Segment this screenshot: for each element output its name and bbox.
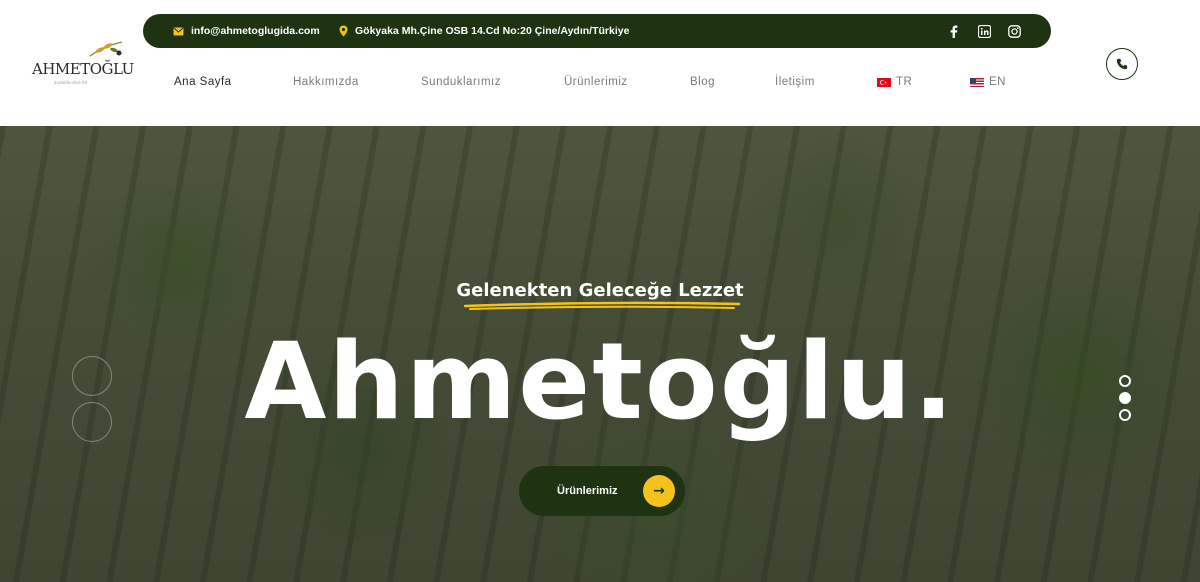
- tagline-underline: [463, 301, 741, 310]
- slider-dot-1[interactable]: [1119, 375, 1131, 387]
- linkedin-icon[interactable]: [976, 23, 992, 39]
- site-header: AHMETOĞLU anatolia olive ltd info@ahmeto…: [0, 0, 1200, 126]
- envelope-icon: [173, 27, 184, 35]
- facebook-icon[interactable]: [946, 23, 962, 39]
- lang-en-button[interactable]: EN: [970, 76, 1006, 88]
- nav-item-hakkimizda[interactable]: Hakkımızda: [293, 76, 359, 88]
- arrow-right-icon: →: [643, 475, 675, 507]
- lang-tr-button[interactable]: TR: [877, 76, 912, 88]
- nav-item-iletisim[interactable]: İletişim: [775, 76, 815, 88]
- hero-slider: Gelenekten Geleceğe Lezzet Ahmetoğlu. Ür…: [0, 126, 1200, 582]
- usa-flag-icon: [970, 77, 984, 87]
- cta-label: Ürünlerimiz: [557, 485, 618, 497]
- phone-icon: [1116, 58, 1128, 70]
- address-text: Gökyaka Mh.Çine OSB 14.Cd No:20 Çine/Ayd…: [355, 25, 630, 37]
- brand-logo[interactable]: AHMETOĞLU anatolia olive ltd: [28, 38, 136, 96]
- products-cta-button[interactable]: Ürünlerimiz →: [519, 466, 685, 516]
- lang-tr-label: TR: [896, 76, 913, 88]
- nav-item-ana-sayfa[interactable]: Ana Sayfa: [174, 76, 232, 88]
- nav-item-blog[interactable]: Blog: [690, 76, 715, 88]
- slider-next-button[interactable]: [72, 402, 112, 442]
- instagram-icon[interactable]: [1006, 23, 1022, 39]
- slider-dot-3[interactable]: [1119, 409, 1131, 421]
- hero-title: Ahmetoğlu.: [244, 320, 956, 443]
- nav-item-sunduklarimiz[interactable]: Sunduklarımız: [421, 76, 501, 88]
- email-text: info@ahmetoglugida.com: [191, 25, 320, 37]
- logo-text: AHMETOĞLU: [32, 60, 134, 78]
- hero-tagline: Gelenekten Geleceğe Lezzet: [456, 280, 744, 301]
- nav-item-urunlerimiz[interactable]: Ürünlerimiz: [564, 76, 628, 88]
- contact-topbar: info@ahmetoglugida.com Gökyaka Mh.Çine O…: [143, 14, 1051, 48]
- lang-en-label: EN: [989, 76, 1006, 88]
- topbar-email[interactable]: info@ahmetoglugida.com: [173, 14, 320, 48]
- turkey-flag-icon: [877, 77, 891, 87]
- slider-dot-2[interactable]: [1119, 392, 1131, 404]
- logo-subtitle: anatolia olive ltd: [54, 80, 88, 85]
- slider-prev-button[interactable]: [72, 356, 112, 396]
- location-pin-icon: [339, 25, 348, 37]
- phone-button[interactable]: [1106, 48, 1138, 80]
- topbar-address[interactable]: Gökyaka Mh.Çine OSB 14.Cd No:20 Çine/Ayd…: [339, 14, 629, 48]
